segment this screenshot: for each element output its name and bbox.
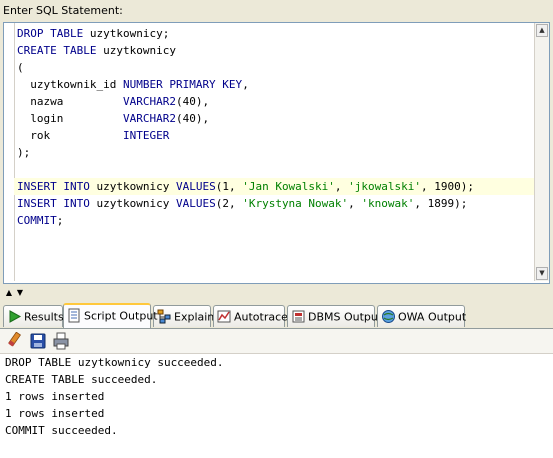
tab-script-output[interactable]: Script Output [63,303,158,328]
sql-statement-label: Enter SQL Statement: [3,4,123,17]
sql-text: (40), [175,112,210,125]
sql-text: (40), [175,95,210,108]
sql-text: , 1899); [414,197,468,210]
save-icon[interactable] [29,332,47,350]
output-line: DROP TABLE uzytkownicy succeeded. [5,356,224,369]
sql-keyword: COMMIT [17,214,57,227]
tab-label: Results [24,310,64,324]
tab-owa-output[interactable]: OWA Output [377,305,467,327]
tab-label: DBMS Output [308,310,383,324]
sql-text: uzytkownicy [96,44,176,57]
code-line[interactable]: ); [17,144,535,161]
sql-text: , [348,197,362,210]
tab-label: Script Output [84,309,158,323]
sql-string: 'jkowalski' [348,180,422,193]
sql-text: login [17,112,123,125]
sql-text: , [334,180,349,193]
sql-keyword: INSERT INTO [17,197,90,210]
code-line[interactable]: COMMIT; [17,212,535,229]
output-line: 1 rows inserted [5,407,105,420]
sql-string: 'Jan Kowalski' [242,180,335,193]
run-icon [7,309,22,324]
sql-text: uzytkownicy [89,197,176,210]
code-line[interactable]: ( [17,59,535,76]
sql-text: ; [56,214,64,227]
sql-text: (1, [215,180,243,193]
pane-splitter[interactable]: ▲ ▼ [0,285,553,303]
sql-string: 'Krystyna Nowak' [242,197,349,210]
sql-text: rok [17,129,123,142]
sql-text: ); [17,146,31,159]
code-line[interactable]: rok INTEGER [17,127,535,144]
code-line[interactable]: nazwa VARCHAR2(40), [17,93,535,110]
code-line[interactable]: login VARCHAR2(40), [17,110,535,127]
output-toolbar [0,329,553,354]
explain-icon [157,309,172,324]
output-line: COMMIT succeeded. [5,424,118,437]
sql-keyword: VALUES [175,180,216,193]
tab-label: Autotrace [234,310,288,324]
eraser-icon[interactable] [6,331,24,350]
owa-icon [381,309,396,324]
sql-string: 'knowak' [361,197,415,210]
sql-keyword: VALUES [175,197,216,210]
split-down-icon[interactable]: ▼ [15,289,25,297]
code-line[interactable] [17,161,535,178]
output-tabbar: Results Script Output Explain Autotrace DBMS… [0,303,553,329]
script-icon [67,308,82,323]
tab-explain[interactable]: Explain [153,305,215,327]
tab-results[interactable]: Results [3,305,64,327]
sql-keyword: INTEGER [122,129,170,142]
sql-text: ( [17,61,24,74]
sql-text: uzytkownicy [89,180,176,193]
tab-dbms-output[interactable]: DBMS Output [287,305,382,327]
sql-keyword: VARCHAR2 [122,95,176,108]
sql-keyword: DROP TABLE [17,27,84,40]
sql-keyword: INSERT INTO [17,180,90,193]
sql-editor[interactable]: DROP TABLE uzytkownicy; CREATE TABLE uzyt… [3,22,550,284]
autotrace-icon [217,309,232,324]
code-line[interactable]: CREATE TABLE uzytkownicy [17,42,535,59]
sql-text: uzytkownicy; [83,27,170,40]
code-line[interactable]: uzytkownik_id NUMBER PRIMARY KEY, [17,76,535,93]
tab-label: Explain [174,310,215,324]
tab-label: OWA Output [398,310,467,324]
code-line[interactable]: INSERT INTO uzytkownicy VALUES(1, 'Jan K… [14,178,535,195]
code-lines[interactable]: DROP TABLE uzytkownicy; CREATE TABLE uzyt… [14,25,535,229]
editor-vertical-scrollbar[interactable]: ▲ ▼ [534,23,549,281]
editor-gutter [4,23,15,281]
sql-text: (2, [215,197,243,210]
sql-text: nazwa [17,95,123,108]
code-line[interactable]: DROP TABLE uzytkownicy; [17,25,535,42]
sql-text: , 1900); [421,180,475,193]
code-line[interactable]: INSERT INTO uzytkownicy VALUES(2, 'Kryst… [17,195,535,212]
output-line: CREATE TABLE succeeded. [5,373,158,386]
tab-autotrace[interactable]: Autotrace [213,305,288,327]
sql-keyword: VARCHAR2 [122,112,176,125]
scroll-down-icon[interactable]: ▼ [536,267,548,280]
print-icon[interactable] [52,332,70,350]
sql-text: uzytkownik_id [17,78,123,91]
sql-text: , [242,78,249,91]
sql-keyword: CREATE TABLE [17,44,97,57]
split-up-icon[interactable]: ▲ [4,289,14,297]
script-output-pane[interactable]: DROP TABLE uzytkownicy succeeded. CREATE … [0,354,553,458]
scroll-up-icon[interactable]: ▲ [536,24,548,37]
dbms-icon [291,309,306,324]
output-line: 1 rows inserted [5,390,105,403]
sql-keyword: NUMBER PRIMARY KEY [122,78,243,91]
